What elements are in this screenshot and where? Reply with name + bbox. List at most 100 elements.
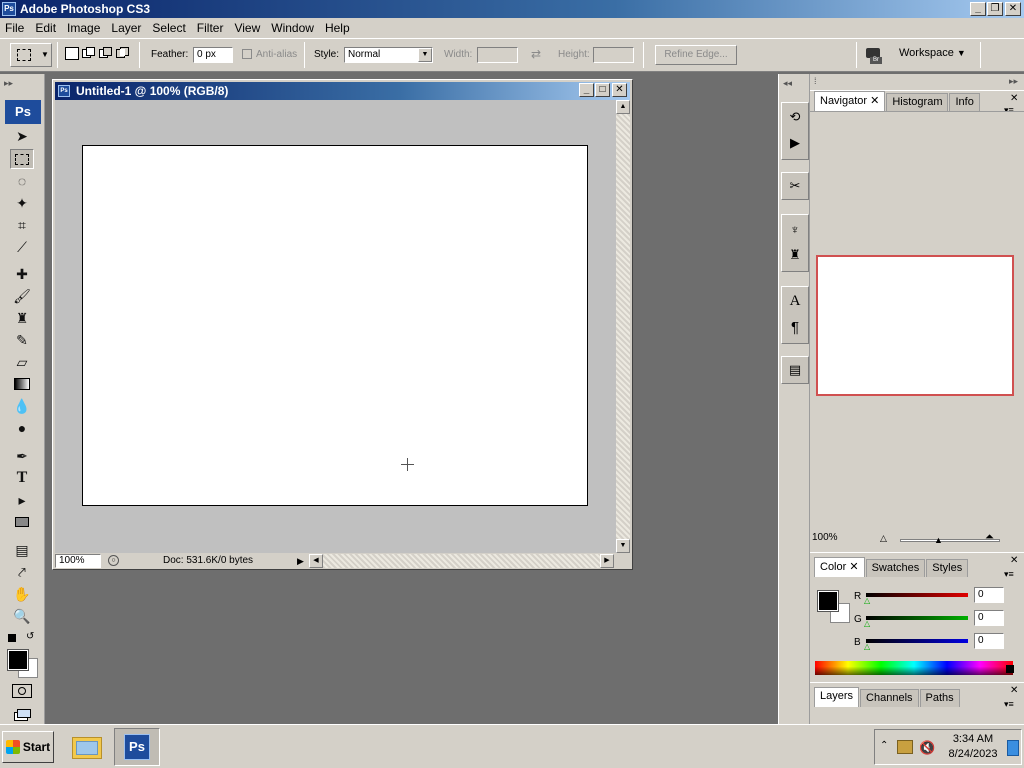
refine-edge-button[interactable]: Refine Edge... bbox=[655, 45, 737, 65]
tab-channels[interactable]: Channels bbox=[860, 689, 919, 707]
start-button[interactable]: Start bbox=[2, 731, 54, 763]
tab-layers[interactable]: Layers bbox=[814, 687, 860, 707]
menu-window[interactable]: Window bbox=[266, 21, 320, 35]
tab-navigator[interactable]: Navigator ✕ bbox=[814, 91, 886, 111]
channel-g-input[interactable]: 0 bbox=[974, 610, 1004, 626]
tab-styles[interactable]: Styles bbox=[926, 559, 969, 577]
menu-view[interactable]: View bbox=[229, 21, 266, 35]
slider-thumb-icon[interactable]: △ bbox=[864, 619, 870, 628]
quick-mask-icon[interactable] bbox=[12, 684, 32, 698]
anti-alias-checkbox[interactable] bbox=[242, 49, 252, 59]
expand-toolbox-icon[interactable]: ▸▸ bbox=[4, 78, 13, 89]
menu-edit[interactable]: Edit bbox=[30, 21, 62, 35]
screen-mode-icon[interactable] bbox=[12, 708, 32, 722]
clone-source-panel-icon[interactable]: ♜ bbox=[784, 245, 806, 265]
width-input[interactable] bbox=[477, 47, 518, 63]
document-minimize-button[interactable]: _ bbox=[579, 83, 594, 97]
navigator-thumbnail[interactable] bbox=[816, 255, 1014, 396]
scroll-up-arrow-icon[interactable]: ▲ bbox=[616, 100, 630, 114]
close-panel-icon[interactable]: ✕ bbox=[1010, 93, 1018, 104]
swap-icon[interactable]: ⇄ bbox=[531, 47, 541, 61]
menu-image[interactable]: Image bbox=[62, 21, 106, 35]
tab-color[interactable]: Color ✕ bbox=[814, 557, 865, 577]
menu-select[interactable]: Select bbox=[147, 21, 191, 35]
layer-comps-panel-icon[interactable]: ▤ bbox=[784, 360, 806, 380]
panel-grip-icon[interactable]: ⁞ bbox=[814, 76, 817, 86]
color-ramp[interactable] bbox=[815, 661, 1013, 675]
bridge-icon[interactable]: Br bbox=[864, 45, 886, 65]
photoshop-logo[interactable]: Ps bbox=[5, 100, 41, 124]
crop-tool-icon[interactable]: ⌗ bbox=[10, 215, 34, 235]
photoshop-taskbar-button[interactable]: Ps bbox=[114, 728, 160, 766]
magic-wand-tool-icon[interactable]: ✦ bbox=[10, 193, 34, 213]
close-button[interactable]: ✕ bbox=[1005, 2, 1021, 16]
clone-stamp-tool-icon[interactable]: ♜ bbox=[10, 308, 34, 328]
navigator-zoom-input[interactable]: 100% bbox=[812, 532, 870, 546]
horizontal-scrollbar[interactable]: ◀ ▶ bbox=[309, 554, 614, 568]
tool-presets-panel-icon[interactable]: ✂ bbox=[784, 176, 806, 196]
status-menu-arrow-icon[interactable]: ▶ bbox=[297, 554, 307, 568]
swap-colors-icon[interactable]: ↺ bbox=[26, 631, 34, 642]
tab-histogram[interactable]: Histogram bbox=[886, 93, 949, 111]
menu-layer[interactable]: Layer bbox=[106, 21, 147, 35]
scroll-left-arrow-icon[interactable]: ◀ bbox=[309, 554, 323, 568]
tool-preset-picker[interactable]: ▼ bbox=[10, 43, 52, 67]
history-panel-icon[interactable]: ⟲ bbox=[784, 107, 806, 127]
collapse-panels-icon[interactable]: ▸▸ bbox=[1009, 76, 1018, 87]
zoom-out-icon[interactable]: △ bbox=[880, 533, 887, 544]
notes-tool-icon[interactable]: ▤ bbox=[10, 540, 34, 560]
slice-tool-icon[interactable]: ⟋ bbox=[10, 237, 34, 257]
brushes-panel-icon[interactable]: ♆ bbox=[784, 219, 806, 239]
default-colors-icon[interactable] bbox=[8, 634, 16, 642]
subtract-from-selection-icon[interactable] bbox=[99, 47, 113, 60]
zoom-tool-icon[interactable]: 🔍 bbox=[10, 606, 34, 626]
close-panel-icon[interactable]: ✕ bbox=[1010, 555, 1018, 566]
brush-tool-icon[interactable]: 🖌 bbox=[10, 286, 34, 306]
document-maximize-button[interactable]: □ bbox=[595, 83, 610, 97]
healing-brush-tool-icon[interactable]: ✚ bbox=[10, 264, 34, 284]
gradient-tool-icon[interactable] bbox=[10, 374, 34, 394]
type-tool-icon[interactable]: T bbox=[10, 468, 34, 488]
channel-b-input[interactable]: 0 bbox=[974, 633, 1004, 649]
pen-tool-icon[interactable]: ✒ bbox=[10, 446, 34, 466]
path-selection-tool-icon[interactable]: ▸ bbox=[10, 490, 34, 510]
menu-help[interactable]: Help bbox=[320, 21, 356, 35]
menu-filter[interactable]: Filter bbox=[192, 21, 230, 35]
style-select[interactable]: Normal ▼ bbox=[344, 47, 433, 63]
height-input[interactable] bbox=[593, 47, 634, 63]
slider-thumb-icon[interactable]: △ bbox=[864, 596, 870, 605]
rectangular-marquee-tool-icon[interactable] bbox=[10, 149, 34, 169]
slider-thumb-icon[interactable]: ▲ bbox=[934, 535, 943, 545]
color-ramp-black[interactable] bbox=[1006, 665, 1014, 673]
status-info-icon[interactable]: ○ bbox=[108, 555, 119, 566]
channel-b-slider[interactable] bbox=[866, 639, 968, 643]
actions-panel-icon[interactable]: ▶ bbox=[784, 133, 806, 153]
tab-paths[interactable]: Paths bbox=[919, 689, 960, 707]
explorer-taskbar-button[interactable] bbox=[66, 729, 108, 765]
menu-file[interactable]: File bbox=[0, 21, 30, 35]
show-hidden-icons-icon[interactable]: ⌃ bbox=[880, 740, 888, 751]
paragraph-panel-icon[interactable]: ¶ bbox=[784, 317, 806, 337]
workspace-menu[interactable]: Workspace ▼ bbox=[899, 47, 966, 59]
channel-g-slider[interactable] bbox=[866, 616, 968, 620]
history-brush-tool-icon[interactable]: ✎ bbox=[10, 330, 34, 350]
foreground-color-swatch[interactable] bbox=[7, 649, 29, 671]
close-panel-icon[interactable]: ✕ bbox=[1010, 685, 1018, 696]
feather-input[interactable]: 0 px bbox=[193, 47, 233, 63]
zoom-in-icon[interactable]: ⏶ bbox=[985, 531, 994, 544]
move-tool-icon[interactable]: ➤ bbox=[10, 126, 34, 146]
dodge-tool-icon[interactable]: ● bbox=[10, 418, 34, 438]
tab-swatches[interactable]: Swatches bbox=[865, 559, 926, 577]
clock-time[interactable]: 3:34 AM bbox=[945, 733, 1001, 745]
action-center-icon[interactable] bbox=[897, 740, 913, 754]
tab-info[interactable]: Info bbox=[949, 93, 980, 111]
hand-tool-icon[interactable]: ✋ bbox=[10, 584, 34, 604]
zoom-level-input[interactable]: 100% bbox=[55, 554, 101, 568]
blur-tool-icon[interactable]: 💧 bbox=[10, 396, 34, 416]
new-selection-icon[interactable] bbox=[65, 47, 79, 60]
show-desktop-button[interactable] bbox=[1007, 740, 1019, 756]
rectangle-tool-icon[interactable] bbox=[10, 512, 34, 532]
collapse-dock-icon[interactable]: ◂◂ bbox=[783, 78, 792, 89]
minimize-button[interactable]: _ bbox=[970, 2, 986, 16]
restore-button[interactable]: ❐ bbox=[987, 2, 1003, 16]
